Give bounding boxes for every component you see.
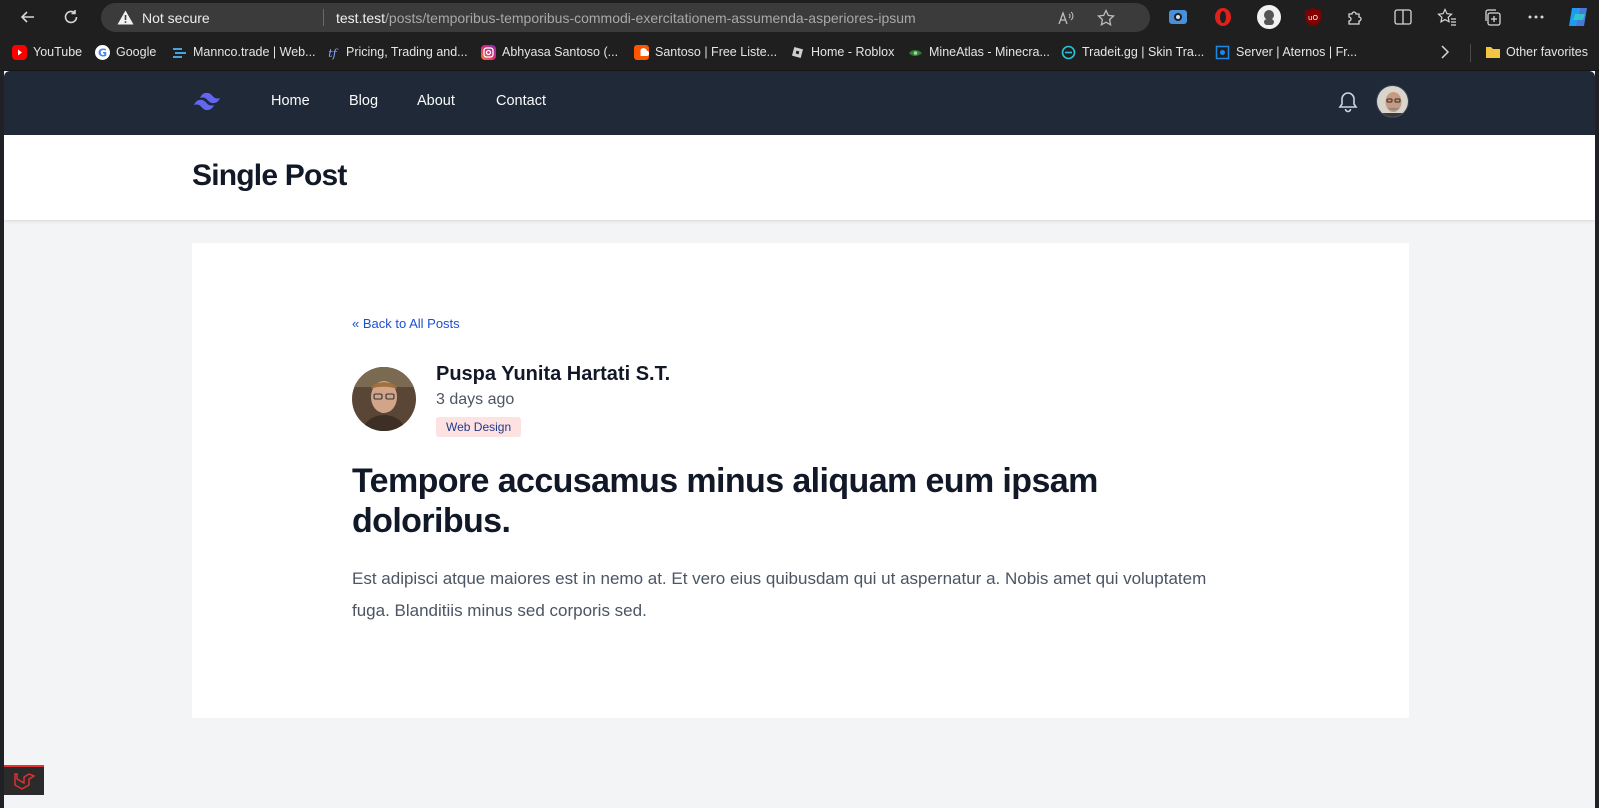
bookmark-google[interactable]: G Google <box>95 43 156 61</box>
refresh-icon <box>64 10 78 24</box>
svg-text:tf: tf <box>328 47 338 60</box>
user-avatar[interactable] <box>1376 85 1409 118</box>
google-icon: G <box>95 44 110 60</box>
back-button[interactable] <box>15 5 41 29</box>
other-favorites-label: Other favorites <box>1506 45 1588 59</box>
read-aloud-icon[interactable] <box>1055 7 1077 29</box>
back-to-posts-link[interactable]: « Back to All Posts <box>352 316 460 331</box>
tradeit-icon <box>1061 45 1076 60</box>
opera-extension-icon[interactable] <box>1212 6 1234 28</box>
mannco-icon <box>172 45 187 60</box>
svg-text:G: G <box>98 46 107 59</box>
bookmark-label: Home - Roblox <box>811 45 895 59</box>
bookmark-mannco[interactable]: Mannco.trade | Web... <box>172 43 316 61</box>
post-timestamp: 3 days ago <box>436 391 515 408</box>
roblox-icon <box>790 45 805 60</box>
nav-link-about[interactable]: About <box>417 93 455 109</box>
more-options-icon[interactable] <box>1525 6 1547 28</box>
bookmark-label: Abhyasa Santoso (... <box>502 45 619 59</box>
youtube-icon <box>12 44 27 60</box>
site-navbar: Home Blog About Contact <box>4 71 1595 135</box>
bookmark-mineatlas[interactable]: MineAtlas - Minecra... <box>908 43 1050 61</box>
nav-link-home[interactable]: Home <box>271 93 310 109</box>
tf-icon: tf <box>325 45 340 60</box>
bookmark-instagram[interactable]: Abhyasa Santoso (... <box>481 43 618 61</box>
bookmark-label: Pricing, Trading and... <box>346 45 468 59</box>
nav-link-contact[interactable]: Contact <box>496 93 546 109</box>
bookmark-roblox[interactable]: Home - Roblox <box>790 43 894 61</box>
mineatlas-icon <box>908 45 923 60</box>
bookmark-soundcloud[interactable]: Santoso | Free Liste... <box>634 43 777 61</box>
other-favorites[interactable]: Other favorites <box>1485 43 1588 61</box>
page-viewport: Home Blog About Contact Single Post « Ba… <box>4 71 1595 808</box>
chevron-right-icon <box>1441 45 1450 59</box>
svg-text:uO: uO <box>1308 14 1318 22</box>
author-name[interactable]: Puspa Yunita Hartati S.T. <box>436 363 670 386</box>
bookmarks-divider <box>1470 44 1471 62</box>
refresh-button[interactable] <box>58 5 84 29</box>
bookmark-label: YouTube <box>33 45 83 59</box>
post-title: Tempore accusamus minus aliquam eum ipsa… <box>352 462 1098 540</box>
collections-icon[interactable] <box>1481 6 1503 28</box>
copilot-icon[interactable] <box>1566 5 1590 29</box>
nav-link-blog[interactable]: Blog <box>349 93 378 109</box>
bookmark-label: Mannco.trade | Web... <box>193 45 316 59</box>
extensions-puzzle-icon[interactable] <box>1344 6 1366 28</box>
author-avatar <box>352 367 416 431</box>
post-body: Est adipisci atque maiores est in nemo a… <box>352 569 1207 620</box>
bookmark-aternos[interactable]: Server | Aternos | Fr... <box>1215 43 1357 61</box>
instagram-icon <box>481 44 496 60</box>
bookmark-label: Tradeit.gg | Skin Tra... <box>1082 45 1205 59</box>
warning-icon <box>117 10 134 30</box>
bookmark-label: Google <box>116 45 157 59</box>
bookmark-label: Server | Aternos | Fr... <box>1236 45 1358 59</box>
page-title: Single Post <box>192 159 347 192</box>
security-label[interactable]: Not secure <box>142 10 210 26</box>
address-divider <box>323 9 324 26</box>
back-arrow-icon <box>20 11 34 23</box>
url-host: test.test <box>336 10 386 26</box>
url-path: /posts/temporibus-temporibus-commodi-exe… <box>385 10 916 26</box>
url-text[interactable]: test.test/posts/temporibus-temporibus-co… <box>336 10 916 26</box>
soundcloud-icon <box>634 44 650 60</box>
bookmarks-overflow-button[interactable] <box>1440 43 1450 61</box>
post-card: « Back to All Posts Puspa Yunita Hartati… <box>192 243 1409 718</box>
bookmark-pricing[interactable]: tf Pricing, Trading and... <box>325 43 468 61</box>
laravel-debugbar-icon[interactable] <box>4 765 44 795</box>
category-badge[interactable]: Web Design <box>436 417 522 437</box>
favorites-icon[interactable] <box>1436 6 1458 28</box>
favorite-star-icon[interactable] <box>1095 7 1117 29</box>
aternos-icon <box>1215 45 1230 60</box>
tailwind-logo-icon[interactable] <box>192 90 224 117</box>
bookmark-tradeit[interactable]: Tradeit.gg | Skin Tra... <box>1061 43 1204 61</box>
bookmark-youtube[interactable]: YouTube <box>12 43 82 61</box>
ublock-origin-icon[interactable]: uO <box>1302 6 1324 28</box>
bell-icon[interactable] <box>1338 91 1358 118</box>
profile-extension-icon[interactable] <box>1256 4 1282 30</box>
split-screen-icon[interactable] <box>1392 6 1414 28</box>
bookmark-label: MineAtlas - Minecra... <box>929 45 1050 59</box>
browser-toolbar: Not secure test.test/posts/temporibus-te… <box>0 0 1599 34</box>
bookmarks-bar: YouTube G Google Mannco.trade | Web... t… <box>0 34 1599 71</box>
screen-capture-extension-icon[interactable] <box>1167 6 1189 28</box>
address-bar[interactable]: Not secure test.test/posts/temporibus-te… <box>101 3 1150 32</box>
bookmark-label: Santoso | Free Liste... <box>655 45 778 59</box>
folder-icon <box>1485 45 1500 60</box>
page-header: Single Post <box>4 135 1595 220</box>
